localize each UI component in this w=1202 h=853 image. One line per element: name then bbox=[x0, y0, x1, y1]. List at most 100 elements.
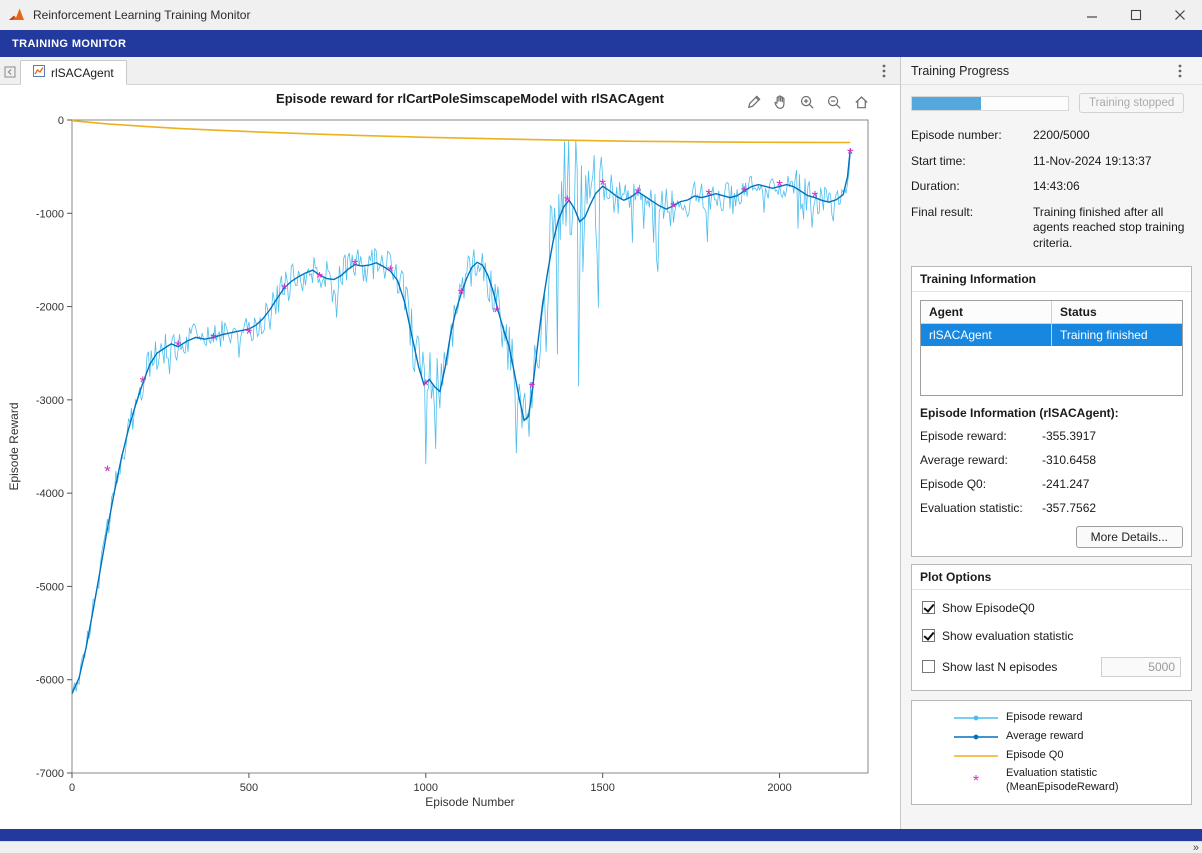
field-label: Final result: bbox=[911, 205, 1033, 252]
matlab-logo-icon bbox=[8, 7, 25, 23]
svg-text:-1000: -1000 bbox=[36, 208, 64, 220]
agent-status-table: Agent Status rlSACAgent Training finishe… bbox=[920, 300, 1183, 396]
svg-text:*: * bbox=[139, 373, 146, 392]
minimize-button[interactable] bbox=[1070, 0, 1114, 30]
checkbox-show-evaluation-statistic[interactable] bbox=[922, 629, 935, 642]
progress-bar-fill bbox=[912, 97, 981, 110]
progress-row: Training stopped bbox=[901, 85, 1202, 119]
svg-text:1000: 1000 bbox=[414, 782, 438, 794]
plot-options-section: Plot Options Show EpisodeQ0 Show evaluat… bbox=[911, 564, 1192, 691]
chart-area: 05001000150020000-1000-2000-3000-4000-50… bbox=[0, 85, 900, 829]
svg-text:*: * bbox=[847, 144, 854, 163]
edit-plot-icon[interactable] bbox=[744, 93, 762, 111]
svg-text:*: * bbox=[281, 280, 288, 299]
svg-text:Episode reward for rlCartPoleS: Episode reward for rlCartPoleSimscapeMod… bbox=[276, 91, 665, 106]
pan-hand-icon[interactable] bbox=[771, 93, 789, 111]
statusbar-expand-icon[interactable]: » bbox=[1193, 843, 1199, 853]
close-button[interactable] bbox=[1158, 0, 1202, 30]
svg-text:-5000: -5000 bbox=[36, 581, 64, 593]
svg-text:*: * bbox=[210, 329, 217, 348]
option-label: Show last N episodes bbox=[942, 660, 1057, 674]
statusbar: » bbox=[0, 841, 1202, 853]
legend-sample bbox=[952, 710, 1000, 726]
panel-options-menu-icon[interactable] bbox=[1172, 61, 1188, 81]
toolstrip: TRAINING MONITOR bbox=[0, 30, 1202, 57]
window-controls bbox=[1070, 0, 1202, 30]
legend-sample: * bbox=[952, 773, 1000, 789]
tab-label: rlSACAgent bbox=[51, 66, 114, 80]
maximize-button[interactable] bbox=[1114, 0, 1158, 30]
svg-text:2000: 2000 bbox=[767, 782, 791, 794]
chart-toolbar bbox=[744, 93, 870, 111]
tabbar-grip-icon[interactable] bbox=[0, 60, 20, 84]
stat-value: -241.247 bbox=[1042, 477, 1183, 491]
reward-chart[interactable]: 05001000150020000-1000-2000-3000-4000-50… bbox=[2, 85, 900, 813]
legend-sample bbox=[952, 729, 1000, 745]
field-value: 2200/5000 bbox=[1033, 128, 1192, 144]
svg-text:*: * bbox=[564, 192, 571, 211]
svg-text:*: * bbox=[599, 175, 606, 194]
stat-label: Average reward: bbox=[920, 453, 1042, 467]
field-final-result: Final result: Training finished after al… bbox=[911, 200, 1192, 257]
stat-episode-reward: Episode reward: -355.3917 bbox=[920, 424, 1183, 448]
titlebar: Reinforcement Learning Training Monitor bbox=[0, 0, 1202, 30]
toolstrip-tab-training-monitor[interactable]: TRAINING MONITOR bbox=[12, 38, 126, 50]
option-show-last-n-episodes[interactable]: Show last N episodes bbox=[914, 650, 1189, 684]
option-show-evaluation-statistic[interactable]: Show evaluation statistic bbox=[914, 622, 1189, 650]
summary-fields: Episode number: 2200/5000 Start time: 11… bbox=[901, 119, 1202, 259]
table-row[interactable]: rlSACAgent Training finished bbox=[921, 324, 1182, 346]
svg-text:-3000: -3000 bbox=[36, 395, 64, 407]
svg-text:-4000: -4000 bbox=[36, 488, 64, 500]
legend-item: *Evaluation statistic(MeanEpisodeReward) bbox=[952, 766, 1191, 797]
document-tabbar: rlSACAgent bbox=[0, 57, 900, 85]
svg-text:*: * bbox=[670, 198, 677, 217]
tab-options-menu-icon[interactable] bbox=[876, 61, 892, 81]
field-value: 14:43:06 bbox=[1033, 179, 1192, 195]
stat-label: Evaluation statistic: bbox=[920, 501, 1042, 515]
zoom-out-icon[interactable] bbox=[825, 93, 843, 111]
app-window: Reinforcement Learning Training Monitor … bbox=[0, 0, 1202, 853]
stat-value: -310.6458 bbox=[1042, 453, 1183, 467]
legend-label: Episode Q0 bbox=[1006, 749, 1063, 763]
stat-episode-q0: Episode Q0: -241.247 bbox=[920, 472, 1183, 496]
figure-icon bbox=[33, 65, 45, 80]
svg-text:*: * bbox=[529, 379, 536, 398]
more-details-button[interactable]: More Details... bbox=[1076, 526, 1183, 548]
stat-value: -357.7562 bbox=[1042, 501, 1183, 515]
field-start-time: Start time: 11-Nov-2024 19:13:37 bbox=[911, 149, 1192, 175]
svg-text:*: * bbox=[175, 337, 182, 356]
checkbox-show-episodeq0[interactable] bbox=[922, 601, 935, 614]
section-title: Plot Options bbox=[912, 565, 1191, 590]
svg-text:0: 0 bbox=[69, 782, 75, 794]
stat-label: Episode Q0: bbox=[920, 477, 1042, 491]
chart-legend: Episode rewardAverage rewardEpisode Q0*E… bbox=[911, 700, 1192, 806]
last-n-episodes-input[interactable] bbox=[1101, 657, 1181, 677]
svg-text:*: * bbox=[387, 262, 394, 281]
legend-item: Episode Q0 bbox=[952, 747, 1191, 766]
field-value: 11-Nov-2024 19:13:37 bbox=[1033, 154, 1192, 170]
training-information-section: Training Information Agent Status rlSACA… bbox=[911, 266, 1192, 557]
svg-text:-6000: -6000 bbox=[36, 675, 64, 687]
chart-panel: rlSACAgent bbox=[0, 57, 901, 829]
svg-text:*: * bbox=[458, 285, 465, 304]
svg-text:1500: 1500 bbox=[590, 782, 614, 794]
stat-label: Episode reward: bbox=[920, 429, 1042, 443]
option-show-episodeq0[interactable]: Show EpisodeQ0 bbox=[914, 594, 1189, 622]
home-restore-view-icon[interactable] bbox=[852, 93, 870, 111]
svg-text:*: * bbox=[316, 269, 323, 288]
stat-average-reward: Average reward: -310.6458 bbox=[920, 448, 1183, 472]
window-title: Reinforcement Learning Training Monitor bbox=[33, 8, 250, 22]
svg-text:*: * bbox=[776, 176, 783, 195]
checkbox-show-last-n-episodes[interactable] bbox=[922, 660, 935, 673]
training-stopped-button[interactable]: Training stopped bbox=[1079, 93, 1184, 113]
field-label: Duration: bbox=[911, 179, 1033, 195]
svg-text:*: * bbox=[493, 303, 500, 322]
tab-rlsacagent[interactable]: rlSACAgent bbox=[20, 60, 127, 85]
svg-text:Episode Reward: Episode Reward bbox=[7, 402, 21, 490]
field-episode-number: Episode number: 2200/5000 bbox=[911, 123, 1192, 149]
panel-header: Training Progress bbox=[901, 57, 1202, 85]
option-label: Show evaluation statistic bbox=[942, 629, 1073, 643]
svg-text:-2000: -2000 bbox=[36, 302, 64, 314]
stat-evaluation-statistic: Evaluation statistic: -357.7562 bbox=[920, 496, 1183, 520]
zoom-in-icon[interactable] bbox=[798, 93, 816, 111]
